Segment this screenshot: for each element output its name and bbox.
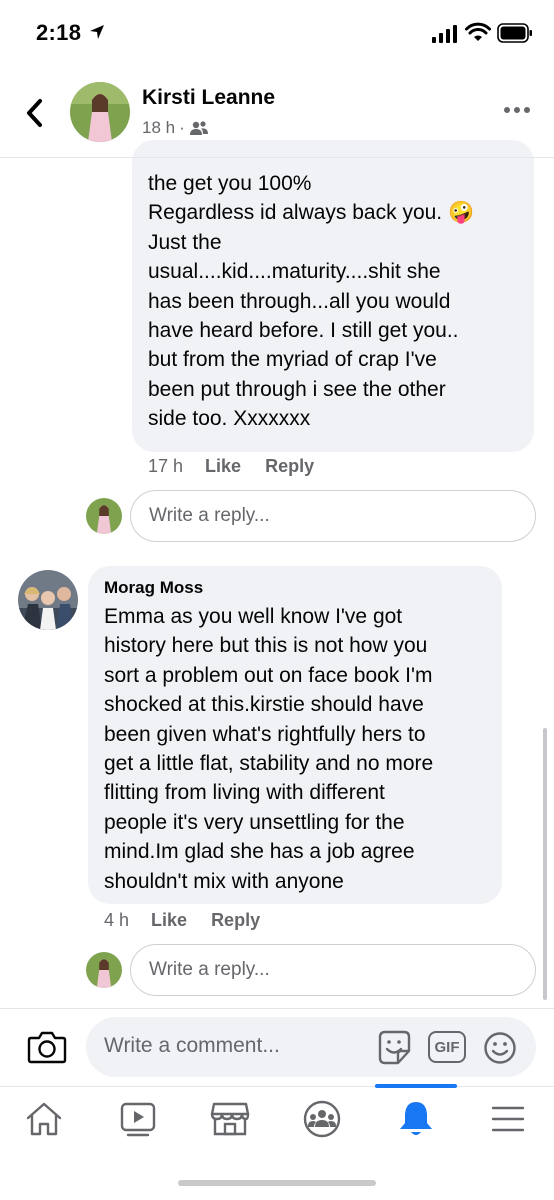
marketplace-icon xyxy=(210,1102,250,1136)
menu-icon xyxy=(491,1106,525,1132)
comment-time: 4 h xyxy=(104,910,130,930)
more-options-icon[interactable] xyxy=(503,106,531,114)
cellular-signal-icon xyxy=(432,25,457,43)
reply-button[interactable]: Reply xyxy=(211,910,260,931)
scrollbar[interactable] xyxy=(543,728,547,1000)
profile-avatar[interactable] xyxy=(70,82,130,142)
sticker-icon[interactable] xyxy=(374,1029,414,1067)
tab-marketplace[interactable] xyxy=(200,1097,260,1141)
status-time: 2:18 xyxy=(36,20,82,45)
bottom-tab-bar xyxy=(0,1084,554,1156)
tab-home[interactable] xyxy=(14,1097,74,1141)
reply-placeholder: Write a reply... xyxy=(149,959,270,980)
reply-row: Write a reply... xyxy=(86,944,536,996)
camera-icon[interactable] xyxy=(27,1030,67,1064)
tab-groups[interactable] xyxy=(292,1097,352,1141)
post-time: 18 h xyxy=(142,118,176,137)
reply-row: Write a reply... xyxy=(86,490,536,542)
like-button[interactable]: Like xyxy=(205,456,241,477)
watch-video-icon xyxy=(120,1102,156,1137)
meta-separator: · xyxy=(179,118,185,137)
location-arrow-icon xyxy=(90,25,104,39)
profile-photo xyxy=(70,82,130,142)
my-avatar xyxy=(86,498,122,534)
battery-icon xyxy=(497,23,532,43)
bell-icon xyxy=(400,1102,432,1135)
home-icon xyxy=(26,1102,62,1136)
back-chevron-icon[interactable] xyxy=(24,98,44,128)
comment-bubble: the get you 100% Regardless id always ba… xyxy=(132,140,534,452)
my-avatar-photo xyxy=(86,952,122,988)
gif-label: GIF xyxy=(434,1038,460,1056)
like-button[interactable]: Like xyxy=(151,910,187,931)
tab-watch[interactable] xyxy=(108,1097,168,1141)
tab-menu[interactable] xyxy=(478,1097,538,1141)
tab-notifications[interactable] xyxy=(386,1097,446,1141)
reply-button[interactable]: Reply xyxy=(265,456,314,477)
comment-placeholder: Write a comment... xyxy=(104,1034,280,1057)
wifi-icon xyxy=(465,22,491,41)
commenter-photo xyxy=(18,570,78,630)
groups-icon xyxy=(303,1100,341,1138)
my-avatar-photo xyxy=(86,498,122,534)
reply-placeholder: Write a reply... xyxy=(149,505,270,526)
home-indicator[interactable] xyxy=(178,1180,376,1186)
comment-author[interactable]: Morag Moss xyxy=(104,578,486,598)
comment-actions: 17 h Like Reply xyxy=(148,456,338,477)
active-tab-indicator xyxy=(375,1084,457,1088)
commenter-avatar[interactable] xyxy=(18,570,78,630)
post-meta: 18 h · xyxy=(142,118,209,138)
reply-input[interactable]: Write a reply... xyxy=(130,490,536,542)
comment-text: Emma as you well know I've got history h… xyxy=(104,605,434,893)
comment-input[interactable]: Write a comment... GIF xyxy=(86,1017,536,1077)
comment-composer: Write a comment... GIF xyxy=(0,1008,554,1086)
comment-text: the get you 100% Regardless id always ba… xyxy=(148,172,475,431)
post-header-overlay: Kirsti Leanne 18 h · xyxy=(0,70,554,158)
comment-actions: 4 h Like Reply xyxy=(104,910,284,931)
poster-name[interactable]: Kirsti Leanne xyxy=(142,86,275,110)
reply-input[interactable]: Write a reply... xyxy=(130,944,536,996)
friends-audience-icon xyxy=(189,121,208,135)
status-bar: 2:18 xyxy=(0,0,554,70)
emoji-icon[interactable] xyxy=(483,1031,517,1065)
comment-bubble: Morag Moss Emma as you well know I've go… xyxy=(88,566,502,904)
comment-time: 17 h xyxy=(148,456,184,476)
gif-button[interactable]: GIF xyxy=(428,1031,466,1063)
my-avatar xyxy=(86,952,122,988)
